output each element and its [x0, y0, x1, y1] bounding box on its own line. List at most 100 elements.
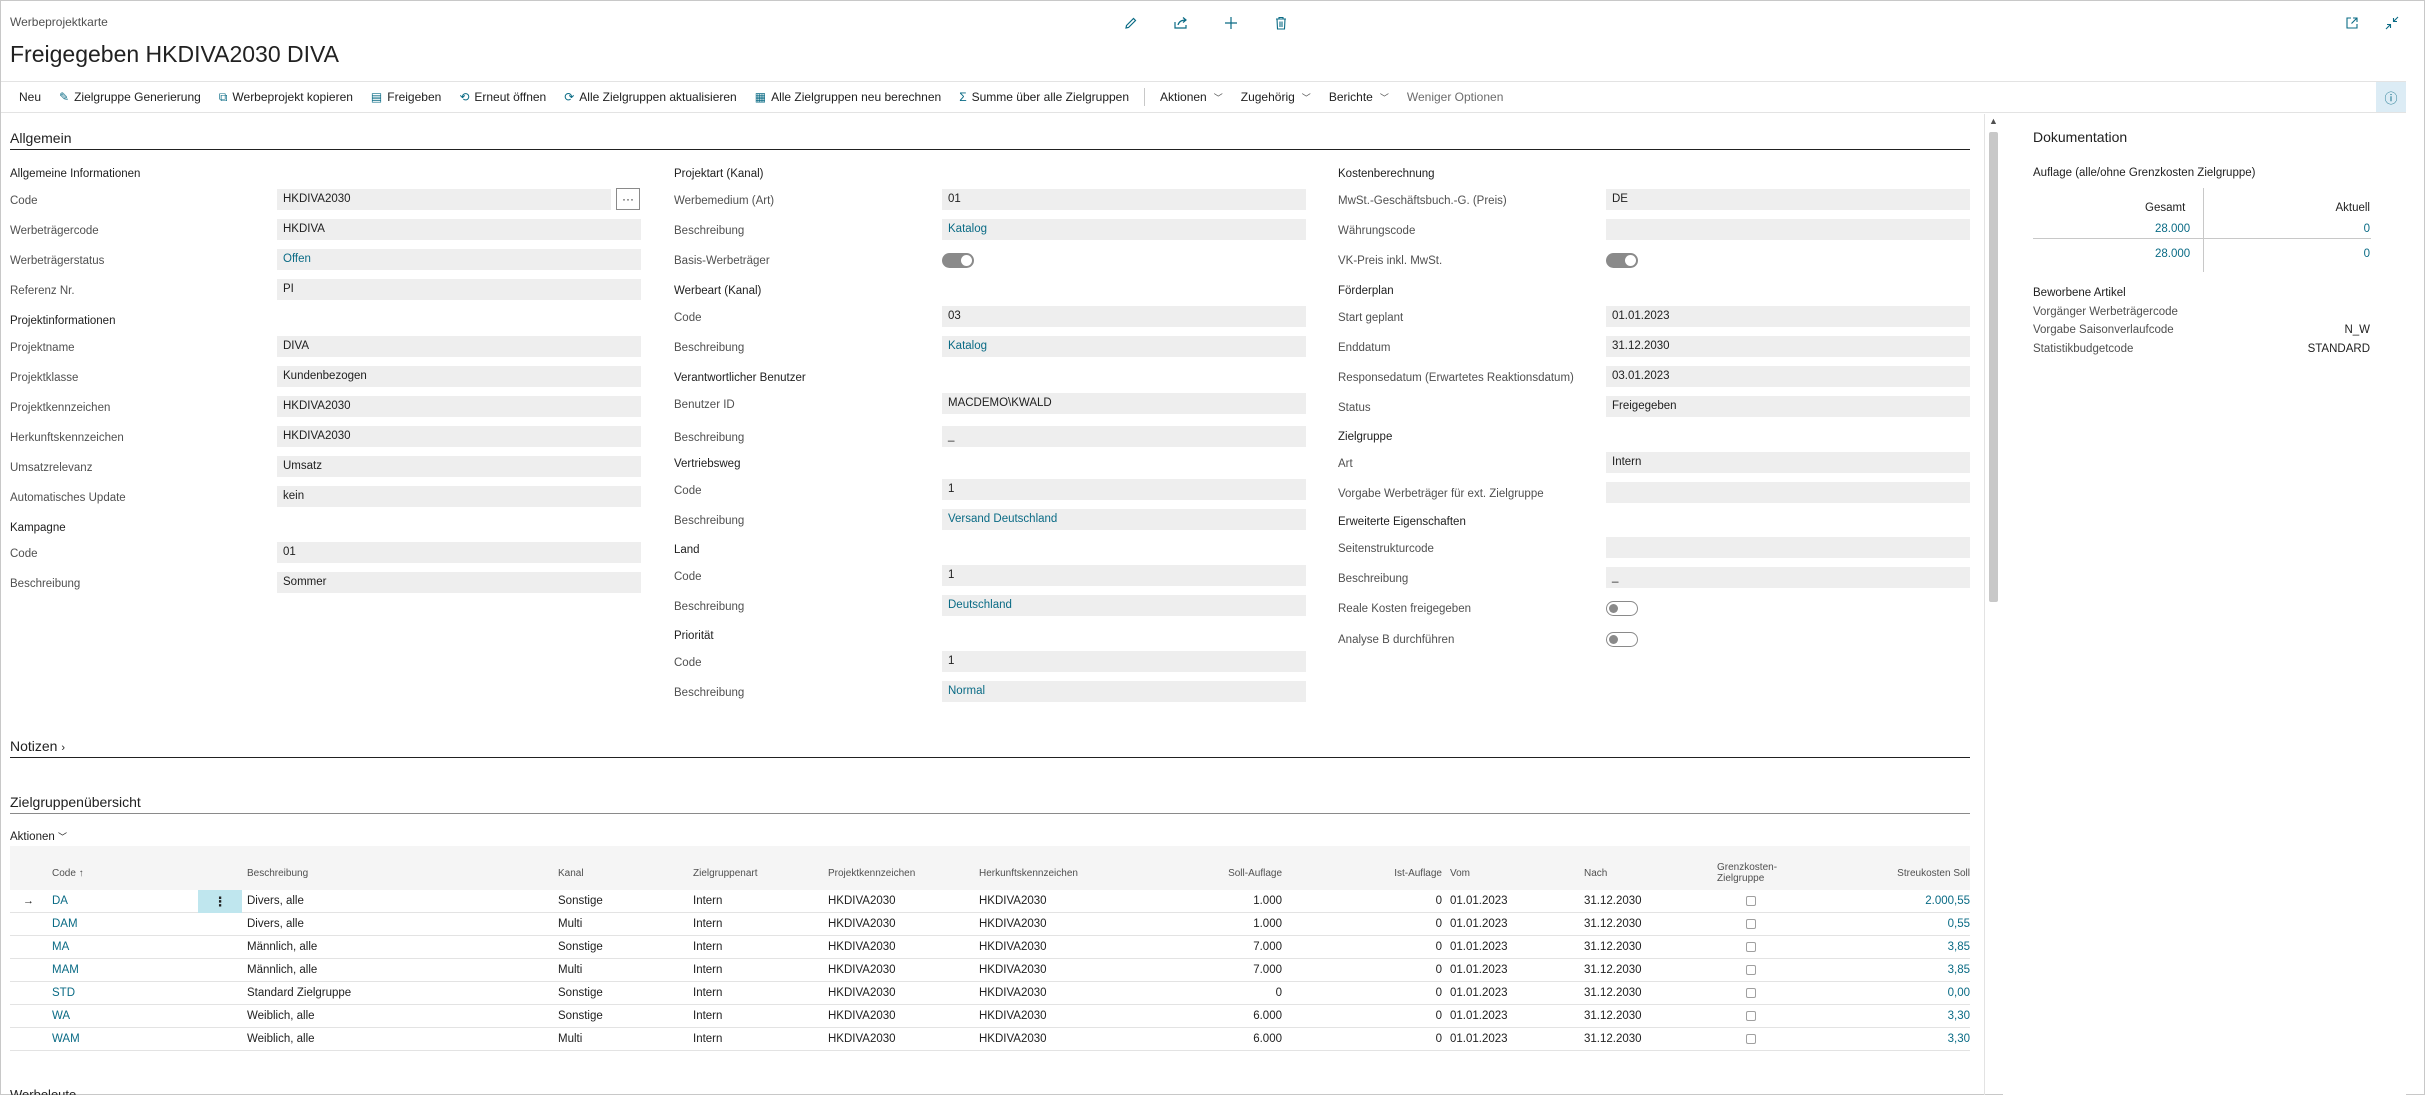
col-header-grenzkosten[interactable]: Grenzkosten- Zielgruppe [1717, 862, 1777, 884]
table-row[interactable]: STD Standard Zielgruppe Sonstige Intern HKDI… [10, 982, 1970, 1005]
grenzkosten-checkbox[interactable] [1746, 919, 1756, 929]
aktionen-menu[interactable]: Aktionen ﹀ [1151, 82, 1232, 112]
field-werbeart-code[interactable]: 03 [942, 306, 1306, 327]
field-herkunftskennzeichen[interactable]: HKDIVA2030 [277, 426, 641, 447]
table-row[interactable]: WA Weiblich, alle Sonstige Intern HKDIVA2030… [10, 1005, 1970, 1028]
cell-code[interactable]: MA [52, 941, 69, 953]
cell-code[interactable]: DA [52, 895, 68, 907]
section-notizen-title[interactable]: Notizen › [10, 738, 65, 754]
cell-streukosten-soll[interactable]: 3,30 [1948, 1010, 1970, 1022]
cell-streukosten-soll[interactable]: 0,55 [1948, 918, 1970, 930]
werbeprojekt-kopieren-button[interactable]: ⧉ Werbeprojekt kopieren [210, 82, 362, 112]
freigeben-button[interactable]: ▤ Freigeben [362, 82, 450, 112]
toggle-analyse-b[interactable] [1606, 632, 1638, 647]
field-werbemedium[interactable]: 01 [942, 189, 1306, 210]
field-art[interactable]: Intern [1606, 452, 1970, 473]
field-vorgabe-werbetraeger[interactable] [1606, 482, 1970, 503]
field-projektart-beschreibung[interactable]: Katalog [942, 219, 1306, 240]
weniger-optionen-button[interactable]: Weniger Optionen [1398, 82, 1513, 112]
grenzkosten-checkbox[interactable] [1746, 965, 1756, 975]
berichte-menu[interactable]: Berichte ﹀ [1320, 82, 1398, 112]
cell-code[interactable]: MAM [52, 964, 79, 976]
field-projektname[interactable]: DIVA [277, 336, 641, 357]
table-row[interactable]: DAM Divers, alle Multi Intern HKDIVA2030 HKDI… [10, 913, 1970, 936]
erneut-oeffnen-button[interactable]: ⟲ Erneut öffnen [450, 82, 555, 112]
share-icon[interactable] [1169, 11, 1193, 35]
field-benutzer-id[interactable]: MACDEMO\KWALD [942, 393, 1306, 414]
scroll-up-icon[interactable]: ▲ [1989, 116, 1998, 126]
zugehoerig-menu[interactable]: Zugehörig ﹀ [1232, 82, 1320, 112]
field-vertriebsweg-code[interactable]: 1 [942, 479, 1306, 500]
col-header-herkunftskennzeichen[interactable]: Herkunftskennzeichen [979, 868, 1078, 879]
cell-streukosten-soll[interactable]: 3,30 [1948, 1033, 1970, 1045]
toggle-vk-preis[interactable] [1606, 253, 1638, 268]
cell-code[interactable]: WAM [52, 1033, 80, 1045]
cell-code[interactable]: WA [52, 1010, 70, 1022]
add-icon[interactable] [1219, 11, 1243, 35]
field-benutzer-beschreibung[interactable]: _ [942, 426, 1306, 447]
table-row[interactable]: WAM Weiblich, alle Multi Intern HKDIVA2030 HK… [10, 1028, 1970, 1051]
grenzkosten-checkbox[interactable] [1746, 942, 1756, 952]
field-projektkennzeichen[interactable]: HKDIVA2030 [277, 396, 641, 417]
zielgruppe-generierung-button[interactable]: ✎ Zielgruppe Generierung [50, 82, 210, 112]
collapse-icon[interactable] [2380, 11, 2404, 35]
field-referenz-nr[interactable]: PI [277, 279, 641, 300]
cue-aktuell-1[interactable]: 0 [2364, 223, 2370, 235]
grenzkosten-checkbox[interactable] [1746, 1034, 1756, 1044]
cell-streukosten-soll[interactable]: 2.000,55 [1925, 895, 1970, 907]
scrollbar-thumb[interactable] [1989, 132, 1998, 602]
field-status[interactable]: Freigegeben [1606, 396, 1970, 417]
field-enddatum[interactable]: 31.12.2030 [1606, 336, 1970, 357]
alle-zielgruppen-aktualisieren-button[interactable]: ⟳ Alle Zielgruppen aktualisieren [555, 82, 746, 112]
cell-streukosten-soll[interactable]: 0,00 [1948, 987, 1970, 999]
col-header-beschreibung[interactable]: Beschreibung [247, 868, 308, 879]
field-vertriebsweg-beschreibung[interactable]: Versand Deutschland [942, 509, 1306, 530]
col-header-projektkennzeichen[interactable]: Projektkennzeichen [828, 868, 915, 879]
toggle-reale-kosten[interactable] [1606, 601, 1638, 616]
field-projektklasse[interactable]: Kundenbezogen [277, 366, 641, 387]
summe-button[interactable]: Σ Summe über alle Zielgruppen [950, 82, 1138, 112]
main-scrollbar[interactable]: ▲ [1984, 114, 2002, 1095]
cell-streukosten-soll[interactable]: 3,85 [1948, 941, 1970, 953]
col-header-vom[interactable]: Vom [1450, 868, 1470, 879]
col-header-streukosten-soll[interactable]: Streukosten Soll [1897, 868, 1970, 879]
field-eigenschaften-beschreibung[interactable]: _ [1606, 567, 1970, 588]
field-kampagne-beschreibung[interactable]: Sommer [277, 572, 641, 593]
table-row[interactable]: MAM Männlich, alle Multi Intern HKDIVA2030 HK… [10, 959, 1970, 982]
field-responsedatum[interactable]: 03.01.2023 [1606, 366, 1970, 387]
zielgruppen-aktionen-menu[interactable]: Aktionen ﹀ [10, 830, 67, 843]
field-start-geplant[interactable]: 01.01.2023 [1606, 306, 1970, 327]
col-header-zielgruppenart[interactable]: Zielgruppenart [693, 868, 757, 879]
grenzkosten-checkbox[interactable] [1746, 1011, 1756, 1021]
cue-gesamt-1[interactable]: 28.000 [2155, 223, 2190, 235]
col-header-kanal[interactable]: Kanal [558, 868, 584, 879]
field-werbetraegerstatus[interactable]: Offen [277, 249, 641, 270]
grenzkosten-checkbox[interactable] [1746, 896, 1756, 906]
grenzkosten-checkbox[interactable] [1746, 988, 1756, 998]
field-umsatzrelevanz[interactable]: Umsatz [277, 456, 641, 477]
table-row[interactable]: → ⋮ DA Divers, alle Sonstige Intern HKDIVA2030… [10, 890, 1970, 913]
toggle-basis-werbetraeger[interactable] [942, 253, 974, 268]
field-automatisches-update[interactable]: kein [277, 486, 641, 507]
field-mwst[interactable]: DE [1606, 189, 1970, 210]
col-header-nach[interactable]: Nach [1584, 868, 1607, 879]
more-options-icon[interactable]: ··· [616, 188, 640, 210]
field-werbetraegercode[interactable]: HKDIVA [277, 219, 641, 240]
field-kampagne-code[interactable]: 01 [277, 542, 641, 563]
field-prioritaet-beschreibung[interactable]: Normal [942, 681, 1306, 702]
cell-code[interactable]: DAM [52, 918, 78, 930]
cell-code[interactable]: STD [52, 987, 75, 999]
field-werbeart-beschreibung[interactable]: Katalog [942, 336, 1306, 357]
col-header-code[interactable]: Code ↑ [52, 868, 84, 879]
cue-gesamt-2[interactable]: 28.000 [2155, 248, 2190, 260]
new-button[interactable]: Neu [10, 82, 50, 112]
field-prioritaet-code[interactable]: 1 [942, 651, 1306, 672]
section-werbeleute-title[interactable]: Werbeleute [10, 1087, 76, 1095]
section-zielgruppen-title[interactable]: Zielgruppenübersicht [10, 794, 141, 810]
cell-streukosten-soll[interactable]: 3,85 [1948, 964, 1970, 976]
field-seitenstrukturcode[interactable] [1606, 537, 1970, 558]
col-header-ist-auflage[interactable]: Ist-Auflage [1394, 868, 1442, 879]
edit-icon[interactable] [1119, 11, 1143, 35]
info-icon[interactable]: ⓘ [2376, 82, 2406, 112]
col-header-soll-auflage[interactable]: Soll-Auflage [1228, 868, 1282, 879]
